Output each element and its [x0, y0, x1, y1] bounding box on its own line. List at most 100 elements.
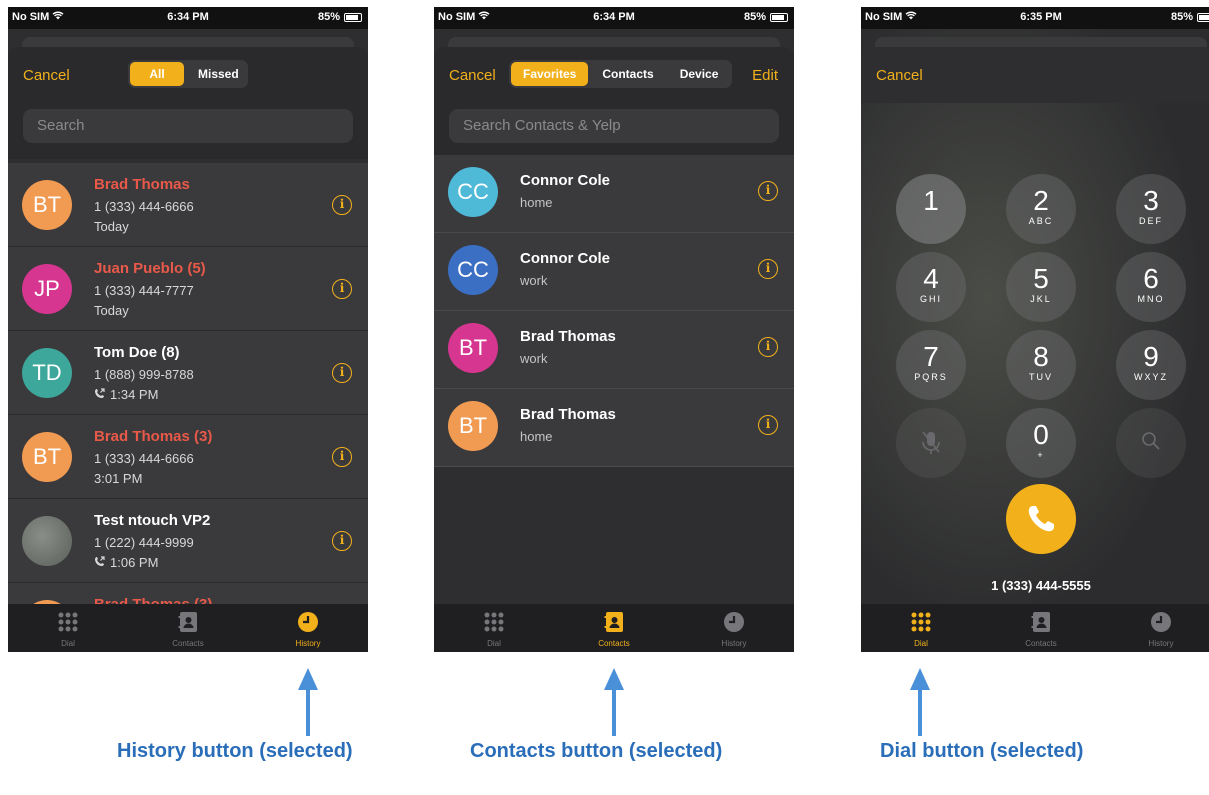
- tab-dial-label: Dial: [487, 639, 501, 648]
- avatar: BT: [448, 323, 498, 373]
- key-letters: +: [1037, 450, 1045, 460]
- key-4[interactable]: 4 GHI: [896, 252, 966, 322]
- tab-history[interactable]: History: [248, 604, 368, 652]
- call-time: 3:01 PM: [94, 471, 143, 486]
- info-icon[interactable]: i: [332, 279, 352, 299]
- tab-contacts-label: Contacts: [1025, 639, 1057, 648]
- battery-percent: 85%: [743, 11, 766, 23]
- tab-bar: Dial Contacts History: [434, 604, 794, 652]
- key-letters: PQRS: [914, 372, 948, 382]
- tab-dial[interactable]: Dial: [861, 604, 981, 652]
- key-digit: 9: [1143, 341, 1159, 372]
- segment-all[interactable]: All: [130, 62, 184, 86]
- segment-device[interactable]: Device: [668, 62, 731, 86]
- history-list: BT Brad Thomas 1 (333) 444-6666 Today i JP Jua…: [8, 163, 368, 652]
- key-digit: 0: [1033, 419, 1049, 450]
- tab-dial-label: Dial: [61, 639, 75, 648]
- history-row[interactable]: Test ntouch VP2 1 (222) 444-9999 1:06 PM i: [8, 499, 368, 583]
- avatar: [22, 516, 72, 566]
- avatar: JP: [22, 264, 72, 314]
- avatar: TD: [22, 348, 72, 398]
- tab-dial[interactable]: Dial: [8, 604, 128, 652]
- key-7[interactable]: 7 PQRS: [896, 330, 966, 400]
- phone-icon: [1028, 506, 1054, 532]
- edit-button[interactable]: Edit: [752, 67, 778, 84]
- contact-name: Brad Thomas: [94, 176, 190, 193]
- tab-contacts[interactable]: Contacts: [128, 604, 248, 652]
- info-icon[interactable]: i: [332, 447, 352, 467]
- call-time: Today: [94, 303, 129, 318]
- segment-contacts[interactable]: Contacts: [590, 62, 665, 86]
- call-button[interactable]: [1006, 484, 1076, 554]
- cancel-button[interactable]: Cancel: [449, 67, 496, 84]
- info-icon[interactable]: i: [758, 181, 778, 201]
- search-input[interactable]: Search Contacts & Yelp: [449, 109, 779, 143]
- clock: 6:35 PM: [1020, 11, 1062, 23]
- key-digit: 5: [1033, 263, 1049, 294]
- info-icon[interactable]: i: [332, 195, 352, 215]
- call-time: 1:34 PM: [110, 387, 159, 402]
- caption-history: History button (selected): [117, 740, 353, 762]
- cancel-button[interactable]: Cancel: [23, 67, 70, 84]
- info-icon[interactable]: i: [758, 337, 778, 357]
- tab-dial-label: Dial: [914, 639, 928, 648]
- tab-history[interactable]: History: [674, 604, 794, 652]
- key-0[interactable]: 0 +: [1006, 408, 1076, 478]
- tab-contacts[interactable]: Contacts: [554, 604, 674, 652]
- history-row[interactable]: JP Juan Pueblo (5) 1 (333) 444-7777 Today i: [8, 247, 368, 331]
- battery-icon: [1197, 12, 1209, 22]
- dial-screen: No SIM 6:35 PM 85% Cancel 1 2 ABC 3 DEF 4 GHI 5…: [861, 7, 1209, 652]
- key-1[interactable]: 1: [896, 174, 966, 244]
- favorite-row[interactable]: CC Connor Cole work i: [434, 233, 794, 311]
- battery-percent: 85%: [1170, 11, 1193, 23]
- outgoing-call-icon: [94, 555, 105, 570]
- key-5[interactable]: 5 JKL: [1006, 252, 1076, 322]
- key-9[interactable]: 9 WXYZ: [1116, 330, 1186, 400]
- phone-number: 1 (333) 444-6666: [94, 451, 194, 466]
- history-row[interactable]: TD Tom Doe (8) 1 (888) 999-8788 1:34 PM i: [8, 331, 368, 415]
- key-digit: 6: [1143, 263, 1159, 294]
- dialed-number: 1 (333) 444-5555: [991, 578, 1091, 593]
- info-icon[interactable]: i: [758, 415, 778, 435]
- cancel-button[interactable]: Cancel: [876, 67, 923, 84]
- key-3[interactable]: 3 DEF: [1116, 174, 1186, 244]
- number-type: work: [520, 273, 548, 288]
- favorite-row[interactable]: CC Connor Cole home i: [434, 155, 794, 233]
- avatar: CC: [448, 245, 498, 295]
- search-key[interactable]: [1116, 408, 1186, 478]
- contacts-book-icon: [1031, 612, 1050, 632]
- info-icon[interactable]: i: [332, 363, 352, 383]
- number-type: work: [520, 351, 548, 366]
- favorite-row[interactable]: BT Brad Thomas work i: [434, 311, 794, 389]
- tab-contacts[interactable]: Contacts: [981, 604, 1101, 652]
- contacts-book-icon: [604, 612, 623, 632]
- contact-name: Brad Thomas: [520, 406, 616, 423]
- history-row[interactable]: BT Brad Thomas 1 (333) 444-6666 Today i: [8, 163, 368, 247]
- avatar: BT: [22, 432, 72, 482]
- key-letters: TUV: [1029, 372, 1053, 382]
- segment-favorites[interactable]: Favorites: [511, 62, 589, 86]
- contact-name: Connor Cole: [520, 250, 610, 267]
- battery-icon: [770, 12, 788, 22]
- key-2[interactable]: 2 ABC: [1006, 174, 1076, 244]
- contact-name: Brad Thomas (3): [94, 428, 213, 445]
- phone-number: 1 (222) 444-9999: [94, 535, 194, 550]
- history-row[interactable]: BT Brad Thomas (3) 1 (333) 444-6666 3:01 PM…: [8, 415, 368, 499]
- key-digit: 1: [923, 185, 939, 216]
- info-icon[interactable]: i: [758, 259, 778, 279]
- number-type: home: [520, 195, 553, 210]
- contacts-screen: No SIM 6:34 PM 85% Cancel Favorites Cont…: [434, 7, 794, 652]
- key-8[interactable]: 8 TUV: [1006, 330, 1076, 400]
- tab-history[interactable]: History: [1101, 604, 1209, 652]
- search-input[interactable]: Search: [23, 109, 353, 143]
- key-letters: WXYZ: [1134, 372, 1168, 382]
- tab-dial[interactable]: Dial: [434, 604, 554, 652]
- contacts-header: Cancel Favorites Contacts Device Edit Se…: [434, 47, 794, 159]
- favorite-row[interactable]: BT Brad Thomas home i: [434, 389, 794, 467]
- battery-icon: [344, 12, 362, 22]
- call-time: 1:06 PM: [110, 555, 159, 570]
- key-6[interactable]: 6 MNO: [1116, 252, 1186, 322]
- segment-missed[interactable]: Missed: [186, 62, 246, 86]
- info-icon[interactable]: i: [332, 531, 352, 551]
- mute-key[interactable]: [896, 408, 966, 478]
